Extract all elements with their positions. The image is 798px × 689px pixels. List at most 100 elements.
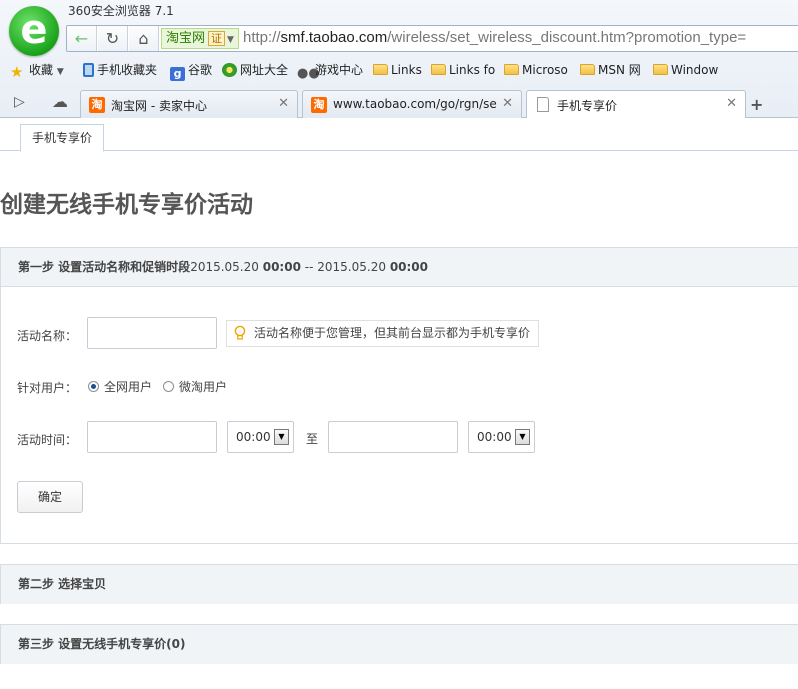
to-label: 至 xyxy=(306,432,319,446)
sidebar-toggle-icon[interactable]: ▷ xyxy=(14,94,25,110)
certificate-icon: 证 xyxy=(208,31,226,46)
globe-icon xyxy=(222,63,237,77)
end-time: 00:00 xyxy=(389,260,429,274)
activity-name-label: 活动名称： xyxy=(17,329,78,343)
tab-label: 淘宝网 - 卖家中心 xyxy=(111,99,207,113)
url-path: /wireless/set_wireless_discount.htm?prom… xyxy=(387,29,747,46)
close-icon[interactable]: ✕ xyxy=(278,96,289,111)
activity-name-input[interactable] xyxy=(87,317,217,349)
folder-icon xyxy=(580,64,595,75)
folder-icon xyxy=(431,64,446,75)
page-content: 手机专享价 创建无线手机专享价活动 第一步 设置活动名称和促销时段2015.05… xyxy=(0,118,798,689)
site-identity-badge[interactable]: 淘宝网证 ▼ xyxy=(161,28,239,49)
bookmark-msn[interactable]: MSN 网 xyxy=(580,61,641,79)
tip-text: 活动名称便于您管理，但其前台显示都为手机专享价 xyxy=(254,326,531,340)
start-date-input[interactable] xyxy=(87,421,217,453)
step-1-panel: 第一步 设置活动名称和促销时段2015.05.20 00:00 -- 2015.… xyxy=(0,247,798,544)
bookmark-microsoft[interactable]: Microso xyxy=(504,61,568,79)
chevron-down-icon: ▼ xyxy=(227,35,234,45)
tab-mobile-exclusive-price[interactable]: 手机专享价 ✕ xyxy=(526,90,746,119)
confirm-button[interactable]: 确定 xyxy=(17,481,83,513)
bookmark-google[interactable]: g 谷歌 xyxy=(170,61,213,81)
browser-chrome: e 360安全浏览器 7.1 ← ↻ ⌂ 淘宝网证 ▼ http://smf.ta… xyxy=(0,0,798,119)
chevron-down-icon[interactable]: ▼ xyxy=(57,67,64,77)
step-1-header: 第一步 设置活动名称和促销时段2015.05.20 00:00 -- 2015.… xyxy=(1,248,798,287)
url-scheme: http:// xyxy=(243,29,281,46)
select-value: 00:00 xyxy=(477,430,512,444)
date-separator: -- xyxy=(304,260,314,274)
address-bar[interactable]: ← ↻ ⌂ 淘宝网证 ▼ http://smf.taobao.com/wirele… xyxy=(66,25,798,52)
url-text[interactable]: http://smf.taobao.com/wireless/set_wirel… xyxy=(243,29,746,46)
bookmark-label: Links fo xyxy=(449,63,496,77)
bookmark-game-center[interactable]: ●●游戏中心 xyxy=(297,61,364,81)
gamepad-icon: ●● xyxy=(297,66,320,81)
tab-seller-center[interactable]: 淘 淘宝网 - 卖家中心 ✕ xyxy=(80,90,298,118)
radio-weitao-users[interactable]: 微淘用户 xyxy=(163,378,227,395)
step-2-panel[interactable]: 第二步 选择宝贝 xyxy=(0,564,798,604)
bookmark-label: Window xyxy=(671,63,719,77)
back-arrow-icon[interactable]: ← xyxy=(67,26,97,51)
start-date: 2015.05.20 xyxy=(190,260,259,274)
browser-logo-icon[interactable]: e xyxy=(9,6,59,56)
taobao-favicon-icon: 淘 xyxy=(89,97,105,113)
google-icon: g xyxy=(170,67,185,81)
taobao-favicon-icon: 淘 xyxy=(311,97,327,113)
bookmark-label: 网址大全 xyxy=(240,63,289,77)
home-icon[interactable]: ⌂ xyxy=(129,26,159,51)
step-1-title: 第一步 设置活动名称和促销时段 xyxy=(18,260,191,274)
subtab-mobile-exclusive-price[interactable]: 手机专享价 xyxy=(20,124,105,152)
radio-label: 全网用户 xyxy=(104,380,153,394)
step-3-title: 第三步 设置无线手机专享价(0) xyxy=(18,637,186,651)
new-tab-plus-icon[interactable]: + xyxy=(750,95,763,114)
step-3-header[interactable]: 第三步 设置无线手机专享价(0) xyxy=(1,625,798,664)
start-time: 00:00 xyxy=(262,260,301,274)
url-host: smf.taobao.com xyxy=(280,29,388,46)
site-name: 淘宝网 xyxy=(166,31,206,46)
step-3-panel[interactable]: 第三步 设置无线手机专享价(0) xyxy=(0,624,798,664)
bookmark-label: 收藏 xyxy=(29,63,54,77)
activity-time-label: 活动时间： xyxy=(17,433,78,447)
activity-name-tip: 活动名称便于您管理，但其前台显示都为手机专享价 xyxy=(226,320,540,347)
radio-all-users[interactable]: 全网用户 xyxy=(88,378,152,395)
bookmark-url-directory[interactable]: 网址大全 xyxy=(222,61,288,79)
radio-label: 微淘用户 xyxy=(179,380,228,394)
end-date-input[interactable] xyxy=(328,421,458,453)
target-users-label: 针对用户： xyxy=(17,381,78,395)
step-2-header[interactable]: 第二步 选择宝贝 xyxy=(1,565,798,604)
page-title: 创建无线手机专享价活动 xyxy=(0,192,253,218)
close-icon[interactable]: ✕ xyxy=(502,96,513,111)
bookmark-label: 手机收藏夹 xyxy=(97,63,158,77)
phone-icon xyxy=(83,63,94,77)
bookmark-windows[interactable]: Window xyxy=(653,61,718,79)
tab-taobao-rgn[interactable]: 淘 www.taobao.com/go/rgn/se ✕ xyxy=(302,90,522,118)
radio-checked-icon[interactable] xyxy=(88,381,99,392)
tab-label: www.taobao.com/go/rgn/se xyxy=(333,97,497,111)
bookmark-label: Microso xyxy=(522,63,568,77)
chevron-down-icon[interactable]: ▼ xyxy=(274,429,289,445)
step-2-title: 第二步 选择宝贝 xyxy=(18,577,107,591)
bookmark-links[interactable]: Links xyxy=(373,61,422,79)
window-title: 360安全浏览器 7.1 xyxy=(68,4,174,18)
bookmark-label: 谷歌 xyxy=(188,63,213,77)
folder-icon xyxy=(653,64,668,75)
folder-icon xyxy=(504,64,519,75)
select-value: 00:00 xyxy=(236,430,271,444)
bookmark-mobile-favorites[interactable]: 手机收藏夹 xyxy=(83,61,157,79)
page-subtabs: 手机专享价 xyxy=(0,118,798,152)
radio-unchecked-icon[interactable] xyxy=(163,381,174,392)
chevron-down-icon[interactable]: ▼ xyxy=(515,429,530,445)
cloud-icon[interactable]: ☁ xyxy=(52,92,68,111)
bookmark-label: MSN 网 xyxy=(598,63,641,77)
tab-label: 手机专享价 xyxy=(557,99,618,113)
bookmark-favorites[interactable]: ★ 收藏 ▼ xyxy=(10,61,64,80)
start-time-select[interactable]: 00:00 ▼ xyxy=(227,421,294,453)
bookmark-links-fo[interactable]: Links fo xyxy=(431,61,495,79)
bookmarks-bar: ★ 收藏 ▼ 手机收藏夹 g 谷歌 网址大全 ●●游戏中心 Links Links … xyxy=(0,58,798,82)
end-time-select[interactable]: 00:00 ▼ xyxy=(468,421,535,453)
close-icon[interactable]: ✕ xyxy=(726,96,737,111)
reload-icon[interactable]: ↻ xyxy=(98,26,128,51)
tab-strip: ▷ ☁ 淘 淘宝网 - 卖家中心 ✕ 淘 www.taobao.com/go/r… xyxy=(0,88,798,119)
bookmark-label: 游戏中心 xyxy=(315,63,364,77)
lightbulb-icon xyxy=(234,325,246,340)
folder-icon xyxy=(373,64,388,75)
